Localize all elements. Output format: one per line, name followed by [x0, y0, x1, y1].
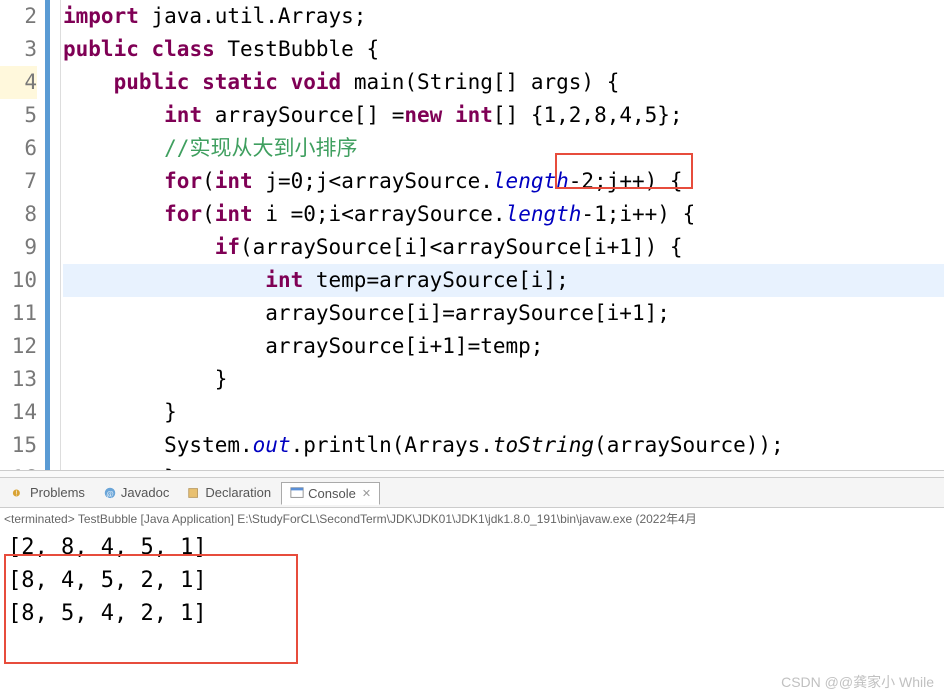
tab-problems[interactable]: ! Problems	[4, 482, 93, 503]
line-number: 7	[0, 165, 37, 198]
sash-divider[interactable]	[0, 470, 944, 478]
code-line[interactable]: //实现从大到小排序	[63, 132, 944, 165]
code-line[interactable]: int arraySource[] =new int[] {1,2,8,4,5}…	[63, 99, 944, 132]
close-icon[interactable]: ✕	[362, 487, 371, 500]
line-number-gutter: 2345678910111213141516	[0, 0, 45, 470]
line-number: 8	[0, 198, 37, 231]
code-line[interactable]: for(int i =0;i<arraySource.length-1;i++)…	[63, 198, 944, 231]
line-number: 3	[0, 33, 37, 66]
code-editor[interactable]: 2345678910111213141516 import java.util.…	[0, 0, 944, 470]
declaration-icon	[187, 486, 201, 500]
tab-label: Console	[308, 486, 356, 501]
tab-javadoc[interactable]: @ Javadoc	[95, 482, 177, 503]
code-line[interactable]: }	[63, 462, 944, 470]
javadoc-icon: @	[103, 486, 117, 500]
code-area[interactable]: import java.util.Arrays;public class Tes…	[61, 0, 944, 470]
line-number: 10	[0, 264, 37, 297]
code-line[interactable]: if(arraySource[i]<arraySource[i+1]) {	[63, 231, 944, 264]
console-icon	[290, 486, 304, 500]
line-number: 13	[0, 363, 37, 396]
tab-console[interactable]: Console ✕	[281, 482, 380, 505]
line-number: 14	[0, 396, 37, 429]
console-process-info: <terminated> TestBubble [Java Applicatio…	[0, 508, 944, 531]
tab-declaration[interactable]: Declaration	[179, 482, 279, 503]
code-line[interactable]: arraySource[i+1]=temp;	[63, 330, 944, 363]
code-line[interactable]: }	[63, 363, 944, 396]
code-line[interactable]: int temp=arraySource[i];	[63, 264, 944, 297]
line-number: 4	[0, 66, 37, 99]
problems-icon: !	[12, 486, 26, 500]
line-number: 2	[0, 0, 37, 33]
svg-text:@: @	[106, 489, 113, 498]
code-line[interactable]: public static void main(String[] args) {	[63, 66, 944, 99]
code-line[interactable]: System.out.println(Arrays.toString(array…	[63, 429, 944, 462]
code-line[interactable]: public class TestBubble {	[63, 33, 944, 66]
svg-text:!: !	[15, 490, 17, 497]
tab-label: Problems	[30, 485, 85, 500]
bottom-tabs: ! Problems @ Javadoc Declaration Console ✕	[0, 478, 944, 508]
line-number: 11	[0, 297, 37, 330]
line-number: 16	[0, 462, 37, 470]
line-number: 9	[0, 231, 37, 264]
watermark: CSDN @@龚家小 While	[781, 672, 934, 692]
code-line[interactable]: for(int j=0;j<arraySource.length-2;j++) …	[63, 165, 944, 198]
tab-label: Javadoc	[121, 485, 169, 500]
line-number: 6	[0, 132, 37, 165]
console-output: [2, 8, 4, 5, 1] [8, 4, 5, 2, 1] [8, 5, 4…	[0, 531, 944, 630]
code-line[interactable]: arraySource[i]=arraySource[i+1];	[63, 297, 944, 330]
line-number: 12	[0, 330, 37, 363]
code-line[interactable]: }	[63, 396, 944, 429]
tab-label: Declaration	[205, 485, 271, 500]
line-number: 5	[0, 99, 37, 132]
code-line[interactable]: import java.util.Arrays;	[63, 0, 944, 33]
folding-ruler	[45, 0, 61, 470]
line-number: 15	[0, 429, 37, 462]
